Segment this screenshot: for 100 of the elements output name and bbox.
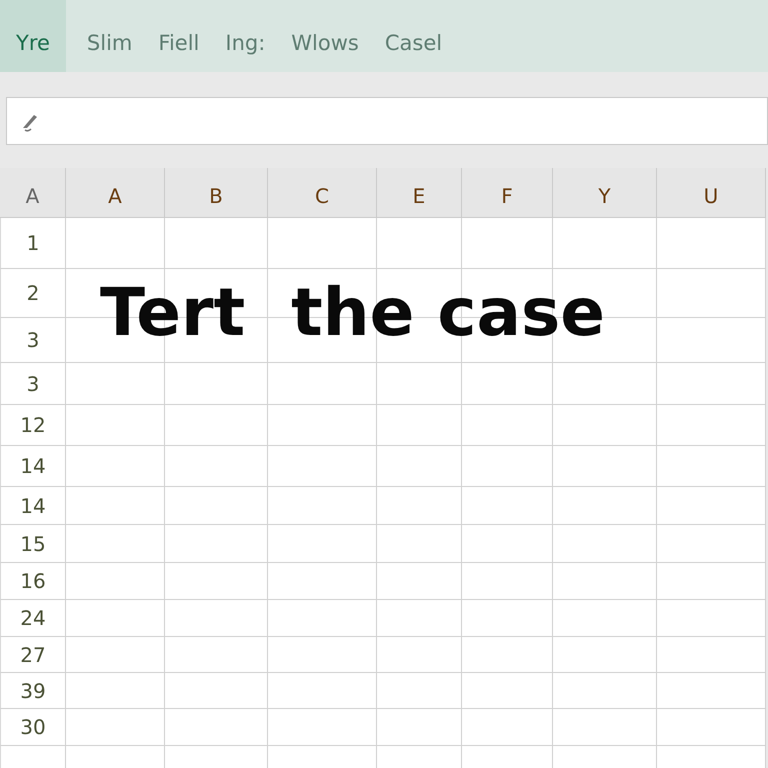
grid-cell[interactable] — [165, 487, 268, 525]
grid-cell[interactable] — [553, 600, 657, 637]
row-number[interactable]: 3 — [0, 318, 66, 363]
grid-cell[interactable] — [657, 673, 766, 709]
grid-cell[interactable] — [377, 218, 462, 269]
grid-cell[interactable] — [165, 600, 268, 637]
grid-cell[interactable] — [268, 487, 377, 525]
grid-cell[interactable] — [657, 446, 766, 487]
grid-cell[interactable] — [377, 709, 462, 746]
ribbon-tab[interactable]: Ing: — [212, 0, 278, 72]
ribbon-tab[interactable]: Slim — [74, 0, 146, 72]
grid-cell[interactable] — [66, 563, 165, 600]
grid-cell[interactable] — [657, 746, 766, 768]
row-number[interactable]: 27 — [0, 637, 66, 673]
grid-cell[interactable] — [268, 563, 377, 600]
column-header[interactable]: B — [165, 168, 268, 218]
grid-cell[interactable] — [268, 363, 377, 405]
grid-cell[interactable] — [553, 363, 657, 405]
grid-cell[interactable] — [657, 525, 766, 563]
grid-cell[interactable] — [553, 637, 657, 673]
grid-cell[interactable] — [165, 746, 268, 768]
ribbon-tab[interactable]: Wlows — [278, 0, 372, 72]
row-number[interactable]: 15 — [0, 525, 66, 563]
grid-cell[interactable] — [657, 637, 766, 673]
merged-cell[interactable]: Tert the case — [66, 269, 766, 363]
grid-cell[interactable] — [165, 525, 268, 563]
grid-cell[interactable] — [268, 405, 377, 446]
grid-cell[interactable] — [462, 746, 553, 768]
grid-cell[interactable] — [268, 446, 377, 487]
row-number[interactable]: 24 — [0, 600, 66, 637]
column-header[interactable]: F — [462, 168, 553, 218]
grid-cell[interactable] — [268, 746, 377, 768]
grid-cell[interactable] — [66, 746, 165, 768]
grid-cell[interactable] — [66, 487, 165, 525]
grid-cell[interactable] — [377, 446, 462, 487]
ribbon-tab[interactable]: Casel — [372, 0, 456, 72]
grid-cell[interactable] — [66, 218, 165, 269]
grid-cell[interactable] — [377, 405, 462, 446]
grid-cell[interactable] — [462, 637, 553, 673]
row-number[interactable]: 12 — [0, 405, 66, 446]
grid-cell[interactable] — [268, 525, 377, 563]
grid-cell[interactable] — [462, 446, 553, 487]
grid-cell[interactable] — [66, 446, 165, 487]
grid-cell[interactable] — [66, 525, 165, 563]
grid-cell[interactable] — [657, 709, 766, 746]
grid-cell[interactable] — [553, 709, 657, 746]
grid-cell[interactable] — [553, 446, 657, 487]
grid-cell[interactable] — [462, 487, 553, 525]
grid-cell[interactable] — [377, 363, 462, 405]
grid-cell[interactable] — [462, 673, 553, 709]
grid-cell[interactable] — [553, 487, 657, 525]
row-number[interactable]: 16 — [0, 563, 66, 600]
grid-cell[interactable] — [462, 525, 553, 563]
row-number[interactable]: 30 — [0, 709, 66, 746]
grid-cell[interactable] — [377, 487, 462, 525]
grid-cell[interactable] — [377, 637, 462, 673]
grid-cell[interactable] — [377, 673, 462, 709]
grid-cell[interactable] — [553, 746, 657, 768]
grid-cell[interactable] — [377, 525, 462, 563]
grid-cell[interactable] — [268, 673, 377, 709]
grid-cell[interactable] — [66, 363, 165, 405]
grid-cell[interactable] — [462, 709, 553, 746]
grid-cell[interactable] — [268, 637, 377, 673]
grid-cell[interactable] — [657, 563, 766, 600]
row-number[interactable]: 14 — [0, 487, 66, 525]
grid-cell[interactable] — [657, 487, 766, 525]
grid-cell[interactable] — [268, 600, 377, 637]
column-header[interactable]: E — [377, 168, 462, 218]
grid-cell[interactable] — [165, 637, 268, 673]
grid-cell[interactable] — [66, 709, 165, 746]
column-header[interactable]: Y — [553, 168, 657, 218]
grid-cell[interactable] — [66, 637, 165, 673]
grid-cell[interactable] — [165, 446, 268, 487]
grid-cell[interactable] — [268, 709, 377, 746]
grid-cell[interactable] — [377, 563, 462, 600]
grid-cell[interactable] — [165, 673, 268, 709]
formula-field[interactable] — [6, 97, 768, 145]
row-number[interactable]: 2 — [0, 269, 66, 318]
column-header[interactable]: U — [657, 168, 766, 218]
grid-cell[interactable] — [553, 405, 657, 446]
column-header[interactable]: C — [268, 168, 377, 218]
ribbon-tab[interactable]: Fiell — [145, 0, 212, 72]
grid-cell[interactable] — [165, 709, 268, 746]
grid-cell[interactable] — [657, 600, 766, 637]
grid-cell[interactable] — [165, 563, 268, 600]
grid-cell[interactable] — [268, 218, 377, 269]
row-number[interactable]: 39 — [0, 673, 66, 709]
grid-cell[interactable] — [377, 746, 462, 768]
grid-cell[interactable] — [377, 600, 462, 637]
grid-cell[interactable] — [553, 218, 657, 269]
column-header[interactable]: A — [66, 168, 165, 218]
grid-cell[interactable] — [165, 405, 268, 446]
grid-cell[interactable] — [657, 363, 766, 405]
grid-cell[interactable] — [66, 405, 165, 446]
grid-cell[interactable] — [165, 363, 268, 405]
grid-cell[interactable] — [462, 218, 553, 269]
grid-cell[interactable] — [165, 218, 268, 269]
ribbon-tab[interactable]: Yre — [0, 0, 66, 72]
grid-cell[interactable] — [462, 405, 553, 446]
grid-cell[interactable] — [462, 563, 553, 600]
